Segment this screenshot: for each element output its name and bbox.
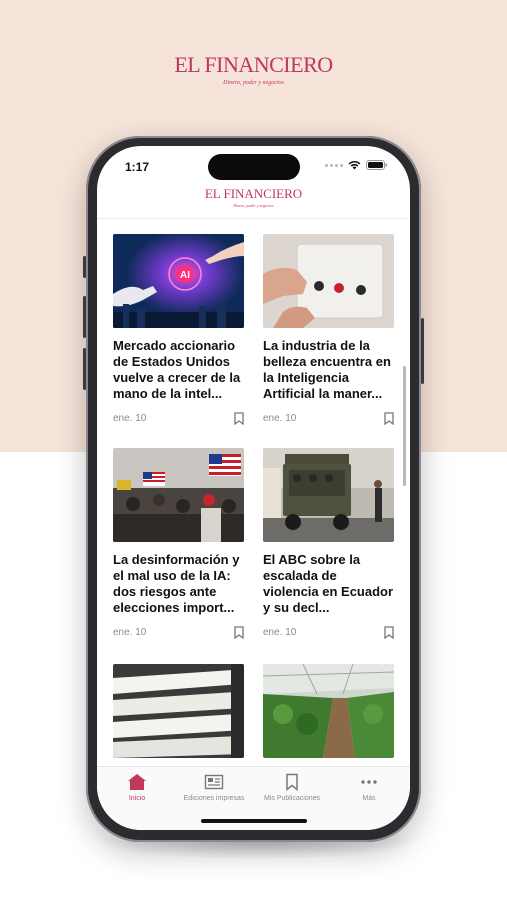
article-date: ene. 10 — [263, 627, 297, 638]
bookmark-icon — [253, 773, 331, 791]
military-truck-image[interactable] — [263, 448, 394, 542]
brand-logo: EL FINANCIERO — [174, 52, 333, 77]
volume-down-button — [83, 348, 86, 390]
ai-robot-hand-image[interactable]: AI — [113, 234, 244, 328]
phone-screen: 1:17 EL FINANCIERO Dinero, poder y negoc… — [97, 146, 410, 830]
tab-mis-publicaciones[interactable]: Mis Publicaciones — [253, 773, 331, 802]
volume-up-button — [83, 296, 86, 338]
article-card[interactable] — [113, 664, 244, 758]
home-icon — [98, 773, 176, 791]
bookmark-icon[interactable] — [234, 412, 244, 425]
article-card[interactable] — [263, 664, 394, 758]
app-header: EL FINANCIERO Dinero, poder y negocios — [97, 186, 410, 208]
svg-text:AI: AI — [180, 270, 190, 281]
article-card[interactable]: La desinformación y el mal uso de la IA:… — [113, 448, 244, 639]
tab-label: Más — [362, 795, 376, 802]
newspaper-icon — [175, 773, 253, 791]
article-feed[interactable]: AI Mercado accionario de Estados Unidos … — [97, 220, 410, 766]
status-icons — [325, 160, 388, 170]
article-title[interactable]: El ABC sobre la escalada de violencia en… — [263, 552, 394, 616]
article-date: ene. 10 — [263, 413, 297, 424]
signal-icon — [325, 163, 343, 167]
wifi-icon — [348, 160, 361, 170]
article-card[interactable]: El ABC sobre la escalada de violencia en… — [263, 448, 394, 639]
tab-ediciones-impresas[interactable]: Ediciones impresas — [175, 773, 253, 802]
article-date: ene. 10 — [113, 627, 147, 638]
dynamic-island — [208, 154, 300, 180]
article-card[interactable]: AI Mercado accionario de Estados Unidos … — [113, 234, 244, 425]
article-title[interactable]: Mercado accionario de Estados Unidos vue… — [113, 338, 244, 402]
header-divider — [97, 218, 410, 219]
article-title[interactable]: La industria de la belleza encuentra en … — [263, 338, 394, 402]
tab-label: Inicio — [128, 795, 146, 802]
more-icon — [330, 773, 408, 791]
tab-inicio[interactable]: Inicio — [98, 773, 176, 802]
scrollbar[interactable] — [403, 366, 406, 486]
status-time: 1:17 — [125, 160, 150, 174]
protest-flags-image[interactable] — [113, 448, 244, 542]
bookmark-icon[interactable] — [384, 412, 394, 425]
action-button — [83, 256, 86, 278]
home-indicator[interactable] — [201, 819, 307, 823]
tab-label: Ediciones impresas — [183, 795, 245, 802]
bookmark-icon[interactable] — [384, 626, 394, 639]
app-logo[interactable]: EL FINANCIERO — [97, 186, 410, 202]
article-card[interactable]: La industria de la belleza encuentra en … — [263, 234, 394, 425]
bookmark-icon[interactable] — [234, 626, 244, 639]
greenhouse-image[interactable] — [263, 664, 394, 758]
papers-stack-image[interactable] — [113, 664, 244, 758]
tab-mas[interactable]: Más — [330, 773, 408, 802]
brand-header: EL FINANCIERO Dinero, poder y negocios — [0, 52, 507, 86]
power-button — [421, 318, 424, 384]
brand-tagline: Dinero, poder y negocios — [223, 80, 284, 86]
app-tagline: Dinero, poder y negocios — [233, 203, 274, 208]
battery-icon — [366, 160, 388, 170]
beauty-device-image[interactable] — [263, 234, 394, 328]
tab-label: Mis Publicaciones — [263, 795, 321, 802]
article-title[interactable]: La desinformación y el mal uso de la IA:… — [113, 552, 244, 616]
article-date: ene. 10 — [113, 413, 147, 424]
